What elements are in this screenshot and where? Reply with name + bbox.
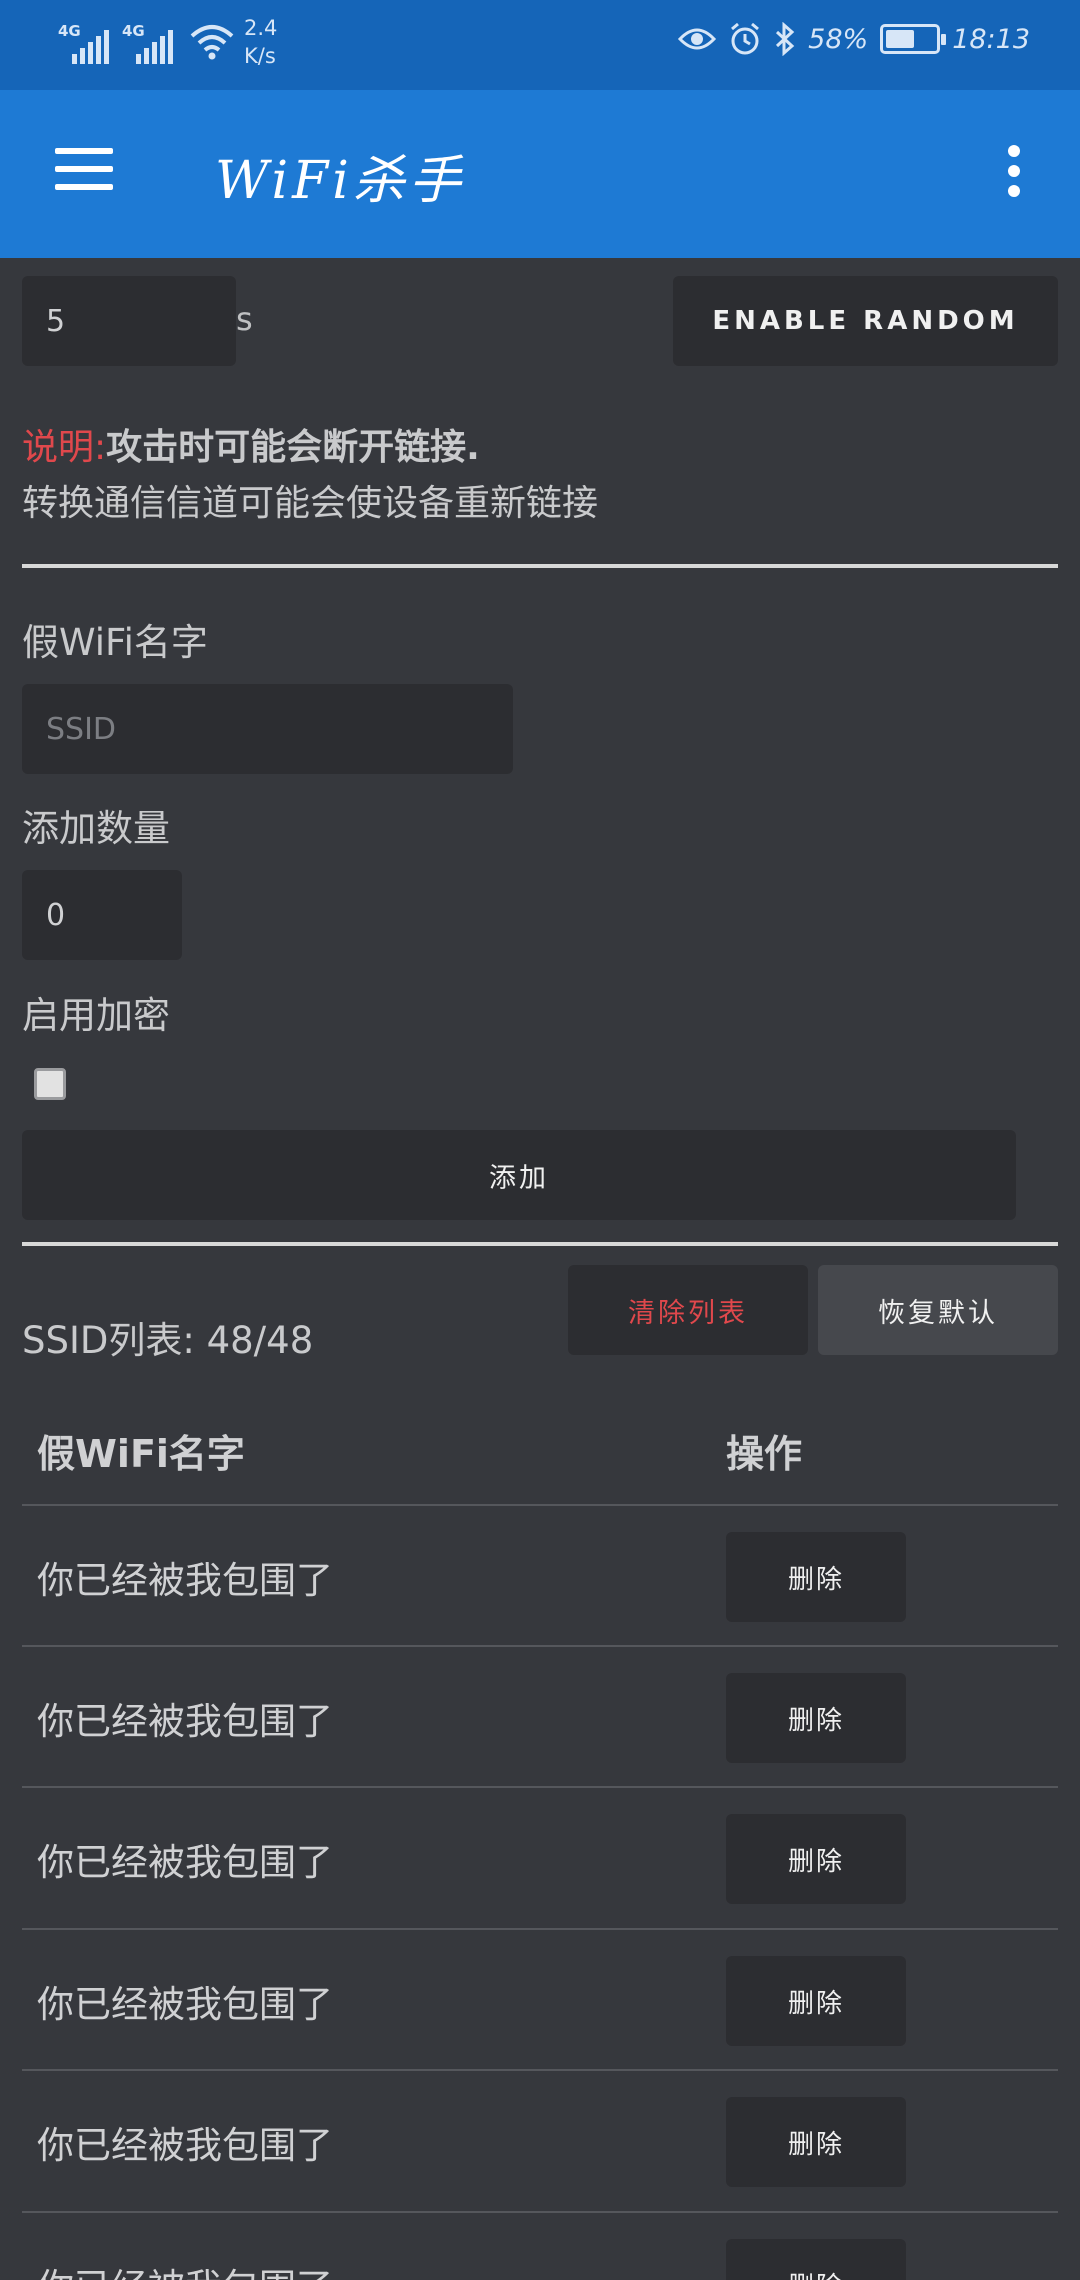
delete-button[interactable]: 删除	[726, 2239, 906, 2280]
ssid-name: 你已经被我包围了	[37, 2257, 333, 2280]
battery-percent: 58%	[808, 23, 869, 55]
delete-button[interactable]: 删除	[726, 1532, 906, 1622]
table-row: 你已经被我包围了 删除	[22, 1645, 1058, 1786]
restore-default-button[interactable]: 恢复默认	[818, 1265, 1058, 1355]
ssid-count: SSID列表: 48/48	[22, 1319, 314, 1362]
delete-button[interactable]: 删除	[726, 1956, 906, 2046]
ssid-name: 你已经被我包围了	[37, 2124, 333, 2167]
ssid-label: 假WiFi名字	[22, 621, 208, 664]
notice-line-1: 说明:攻击时可能会断开链接.	[22, 427, 480, 468]
app-bar: WiFi杀手	[0, 90, 1080, 258]
add-button[interactable]: 添加	[22, 1130, 1016, 1220]
signal-icon: 4G	[122, 16, 180, 68]
count-input[interactable]: 0	[22, 870, 182, 960]
table-row: 你已经被我包围了 删除	[22, 1786, 1058, 1927]
delete-button[interactable]: 删除	[726, 1814, 906, 1904]
encrypt-label: 启用加密	[22, 994, 170, 1037]
table-row: 你已经被我包围了 删除	[22, 2069, 1058, 2210]
table-row: 你已经被我包围了 删除	[22, 1504, 1058, 1645]
table-row: 你已经被我包围了 删除	[22, 2211, 1058, 2280]
menu-icon[interactable]	[55, 148, 113, 190]
bluetooth-icon	[776, 22, 795, 56]
divider	[22, 564, 1058, 568]
more-options-icon[interactable]	[1003, 145, 1025, 205]
encrypt-checkbox[interactable]	[34, 1068, 66, 1100]
main-content: 5 s ENABLE RANDOM 说明:攻击时可能会断开链接. 转换通信信道可…	[0, 258, 1080, 2280]
time-unit-label: s	[236, 300, 253, 338]
table-row: 你已经被我包围了 删除	[22, 1928, 1058, 2069]
count-label: 添加数量	[22, 807, 170, 850]
ssid-name: 你已经被我包围了	[37, 1983, 333, 2026]
ssid-name: 你已经被我包围了	[37, 1841, 333, 1884]
ssid-name: 你已经被我包围了	[37, 1700, 333, 1743]
divider	[22, 1242, 1058, 1246]
column-header-action: 操作	[726, 1432, 803, 1476]
signal-icon: 4G	[58, 16, 116, 68]
clock: 18:13	[952, 23, 1030, 55]
delete-button[interactable]: 删除	[726, 2097, 906, 2187]
status-bar: 4G 4G 2.4 K/s 58% 18:13	[0, 0, 1080, 90]
app-title: WiFi杀手	[215, 151, 465, 211]
notice-line-2: 转换通信信道可能会使设备重新链接	[22, 483, 599, 524]
channel-time-input[interactable]: 5	[22, 276, 236, 366]
battery-icon	[880, 24, 947, 54]
clear-list-button[interactable]: 清除列表	[568, 1265, 808, 1355]
wifi-icon	[190, 25, 234, 60]
eye-icon	[678, 28, 717, 50]
enable-random-button[interactable]: ENABLE RANDOM	[673, 276, 1058, 366]
delete-button[interactable]: 删除	[726, 1673, 906, 1763]
ssid-name: 你已经被我包围了	[37, 1559, 333, 1602]
ssid-input[interactable]: SSID	[22, 684, 513, 774]
column-header-name: 假WiFi名字	[37, 1432, 245, 1476]
network-speed: 2.4 K/s	[244, 16, 278, 68]
alarm-icon	[731, 22, 760, 55]
